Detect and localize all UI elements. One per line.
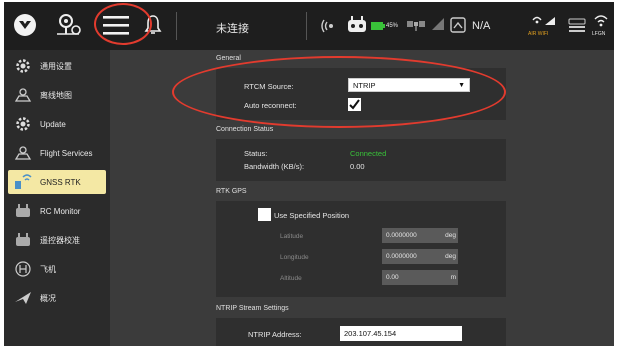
camera-storage-icon xyxy=(448,12,468,38)
bandwidth-value: 0.00 xyxy=(350,162,365,171)
update-icon xyxy=(12,115,34,133)
ntrip-panel: NTRIP Address: 203.107.45.154 xyxy=(216,318,506,346)
latitude-unit: deg xyxy=(445,232,456,239)
longitude-value: 0.0000000 xyxy=(386,253,417,260)
rtk-gps-panel: Use Specified Position Latitude 0.000000… xyxy=(216,201,506,297)
gnss-signal-icon xyxy=(590,10,612,30)
sidebar: 通用设置 离线地图 Update Flight Services GNSS RT… xyxy=(4,50,110,346)
sidebar-item-general-settings[interactable]: 通用设置 xyxy=(8,54,106,78)
signal-strength-icon xyxy=(430,14,446,34)
latitude-label: Latitude xyxy=(280,233,304,240)
general-highlight-annotation xyxy=(172,56,506,128)
sidebar-item-label: 遥控器校准 xyxy=(40,235,80,245)
gear-icon xyxy=(12,57,34,75)
gnss-label: LFGN xyxy=(592,31,606,37)
signal-label: N/A xyxy=(472,20,491,32)
remote-controller-icon xyxy=(344,12,370,38)
status-label: Status: xyxy=(244,149,268,158)
map-icon xyxy=(12,86,34,104)
ntrip-address-label: NTRIP Address: xyxy=(248,330,302,339)
longitude-label: Longitude xyxy=(280,254,309,261)
menu-highlight-annotation xyxy=(94,3,152,45)
airwifi-label: AIR WIFI xyxy=(528,31,549,37)
logo-icon[interactable] xyxy=(12,10,38,40)
connection-status-label: 未连接 xyxy=(216,23,249,35)
sidebar-item-label: GNSS RTK xyxy=(40,177,81,187)
sidebar-item-label: Flight Services xyxy=(40,148,93,158)
flight-services-icon xyxy=(12,144,34,162)
battery-percent: 45% xyxy=(386,23,399,29)
use-specified-position-label: Use Specified Position xyxy=(274,211,350,220)
connection-section-title: Connection Status xyxy=(216,126,274,133)
connection-panel: Status: Connected Bandwidth (KB/s): 0.00 xyxy=(216,139,506,181)
hd-link-icon xyxy=(566,14,588,38)
general-section-title: General xyxy=(216,55,241,62)
status-value: Connected xyxy=(350,149,387,158)
sidebar-item-update[interactable]: Update xyxy=(8,112,106,136)
gps-settings-icon[interactable] xyxy=(54,10,84,40)
ntrip-section-title: NTRIP Stream Settings xyxy=(216,305,289,312)
latitude-value: 0.0000000 xyxy=(386,232,417,239)
satellite-icon xyxy=(404,12,430,38)
altitude-label: Altitude xyxy=(280,275,302,282)
sidebar-item-offline-map[interactable]: 离线地图 xyxy=(8,83,106,107)
rtk-gps-section-title: RTK GPS xyxy=(216,188,247,195)
rc-signal-icon xyxy=(320,14,342,38)
use-specified-position-checkbox[interactable] xyxy=(258,208,271,221)
wifi-icon xyxy=(528,10,558,30)
sidebar-item-summary[interactable]: 概况 xyxy=(8,286,106,310)
battery-icon xyxy=(370,16,386,36)
bandwidth-label: Bandwidth (KB/s): xyxy=(244,162,305,171)
sidebar-item-label: RC Monitor xyxy=(40,206,81,216)
sidebar-item-label: 飞机 xyxy=(40,264,56,274)
screen: 未连接 45% N/A AIR WIFI LFGN 通用设置 离线地图 Upda… xyxy=(0,0,618,349)
summary-icon xyxy=(12,289,34,307)
sidebar-item-rc-calibration[interactable]: 遥控器校准 xyxy=(8,228,106,252)
gnss-rtk-icon xyxy=(12,173,34,191)
rc-calibration-icon xyxy=(12,231,34,249)
divider xyxy=(306,12,307,40)
ntrip-address-value: 203.107.45.154 xyxy=(344,329,397,338)
sidebar-item-label: 离线地图 xyxy=(40,90,72,100)
sidebar-item-aircraft[interactable]: 飞机 xyxy=(8,257,106,281)
ntrip-address-input[interactable]: 203.107.45.154 xyxy=(340,326,462,341)
sidebar-item-rc-monitor[interactable]: RC Monitor xyxy=(8,199,106,223)
sidebar-item-label: 通用设置 xyxy=(40,61,72,71)
altitude-value: 0.00 xyxy=(386,274,399,281)
rc-monitor-icon xyxy=(12,202,34,220)
sidebar-item-label: 概况 xyxy=(40,293,56,303)
sidebar-item-label: Update xyxy=(40,119,66,129)
sidebar-item-flight-services[interactable]: Flight Services xyxy=(8,141,106,165)
divider xyxy=(176,12,177,40)
sidebar-item-gnss-rtk[interactable]: GNSS RTK xyxy=(8,170,106,194)
altitude-unit: m xyxy=(450,274,456,281)
aircraft-icon xyxy=(12,260,34,278)
longitude-unit: deg xyxy=(445,253,456,260)
